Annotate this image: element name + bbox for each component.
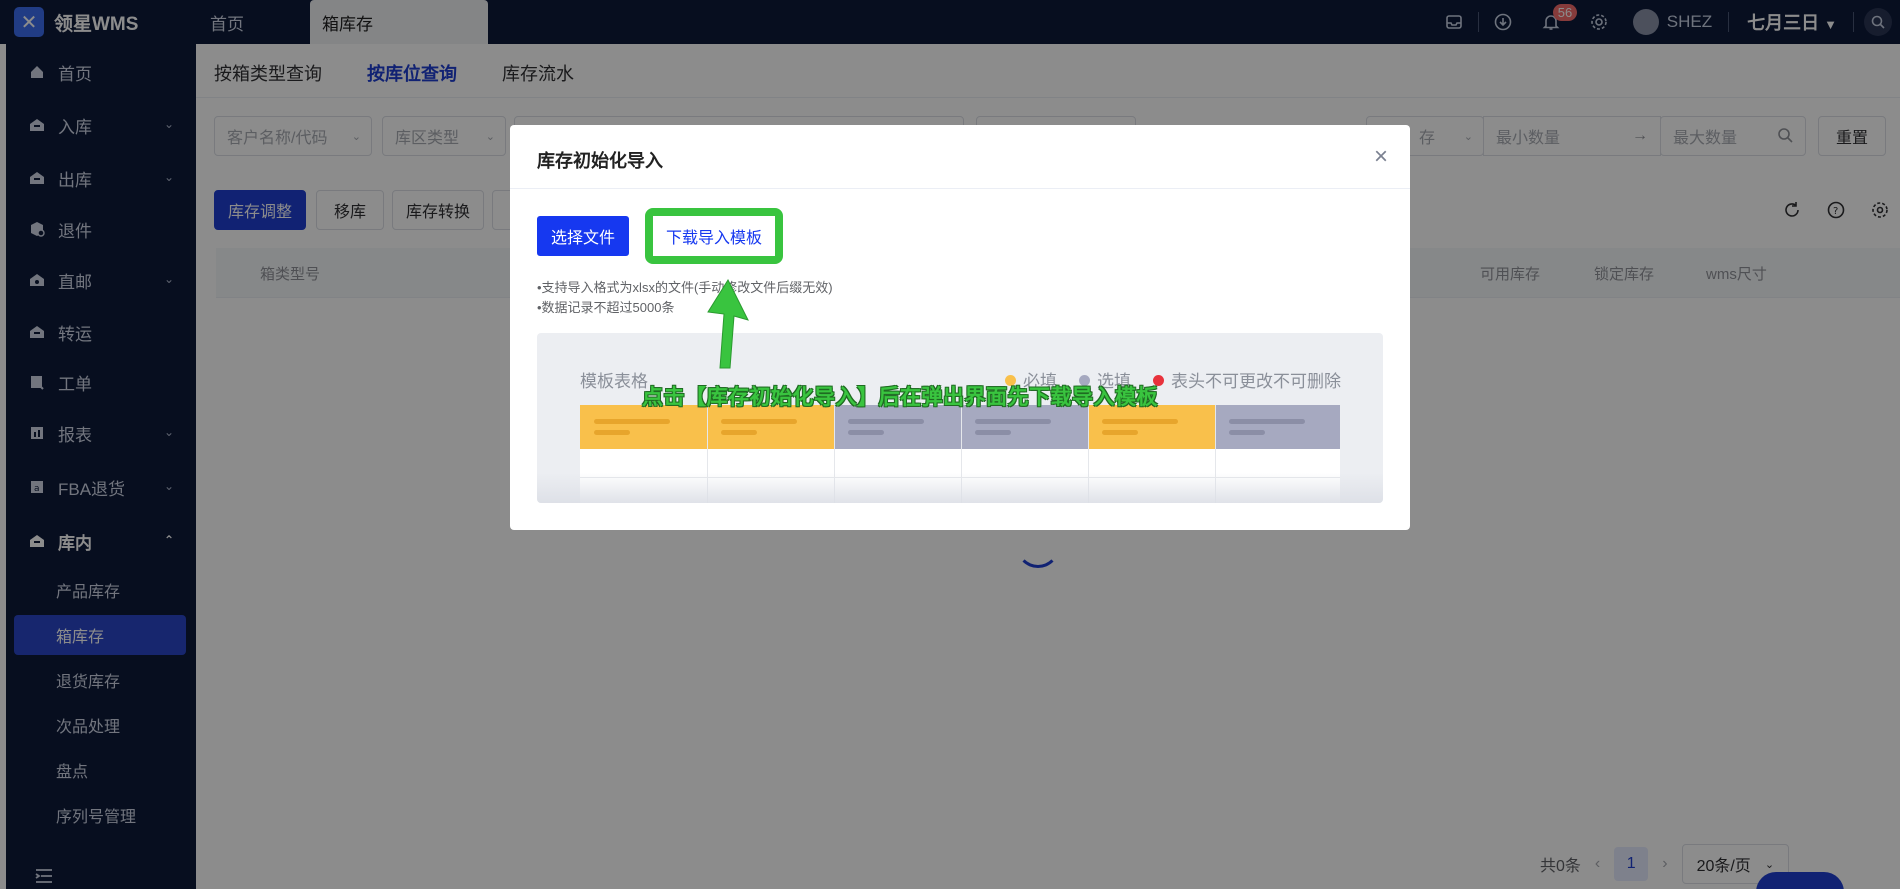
- preview-title: 模板表格: [580, 372, 648, 391]
- hint-limit: •数据记录不超过5000条: [537, 300, 675, 315]
- legend-locked: 表头不可更改不可删除: [1153, 367, 1341, 392]
- grid-column-required: [1088, 405, 1215, 449]
- close-icon[interactable]: ×: [1374, 145, 1388, 169]
- hint-format: •支持导入格式为xlsx的文件(手动修改文件后缀无效): [537, 280, 833, 295]
- grid-column-optional: [834, 405, 961, 449]
- dialog-title: 库存初始化导入: [537, 151, 663, 171]
- template-preview: 模板表格 必填 选填 表头不可更改不可删除: [537, 333, 1383, 503]
- annotation-arrow-icon: [707, 278, 749, 369]
- legend-locked-label: 表头不可更改不可删除: [1171, 372, 1341, 391]
- preview-fade: [537, 473, 1383, 503]
- grid-column-required: [580, 405, 707, 449]
- dialog-divider: [510, 188, 1410, 189]
- annotation-text: 点击【库存初始化导入】后在弹出界面先下载导入模板: [642, 386, 1158, 409]
- choose-file-button[interactable]: 选择文件: [537, 216, 629, 256]
- grid-column-required: [707, 405, 834, 449]
- download-template-button[interactable]: 下载导入模板: [645, 208, 783, 264]
- grid-column-optional: [1215, 405, 1340, 449]
- grid-column-optional: [961, 405, 1088, 449]
- inventory-import-dialog: 库存初始化导入 × 选择文件 下载导入模板 •支持导入格式为xlsx的文件(手动…: [510, 125, 1410, 530]
